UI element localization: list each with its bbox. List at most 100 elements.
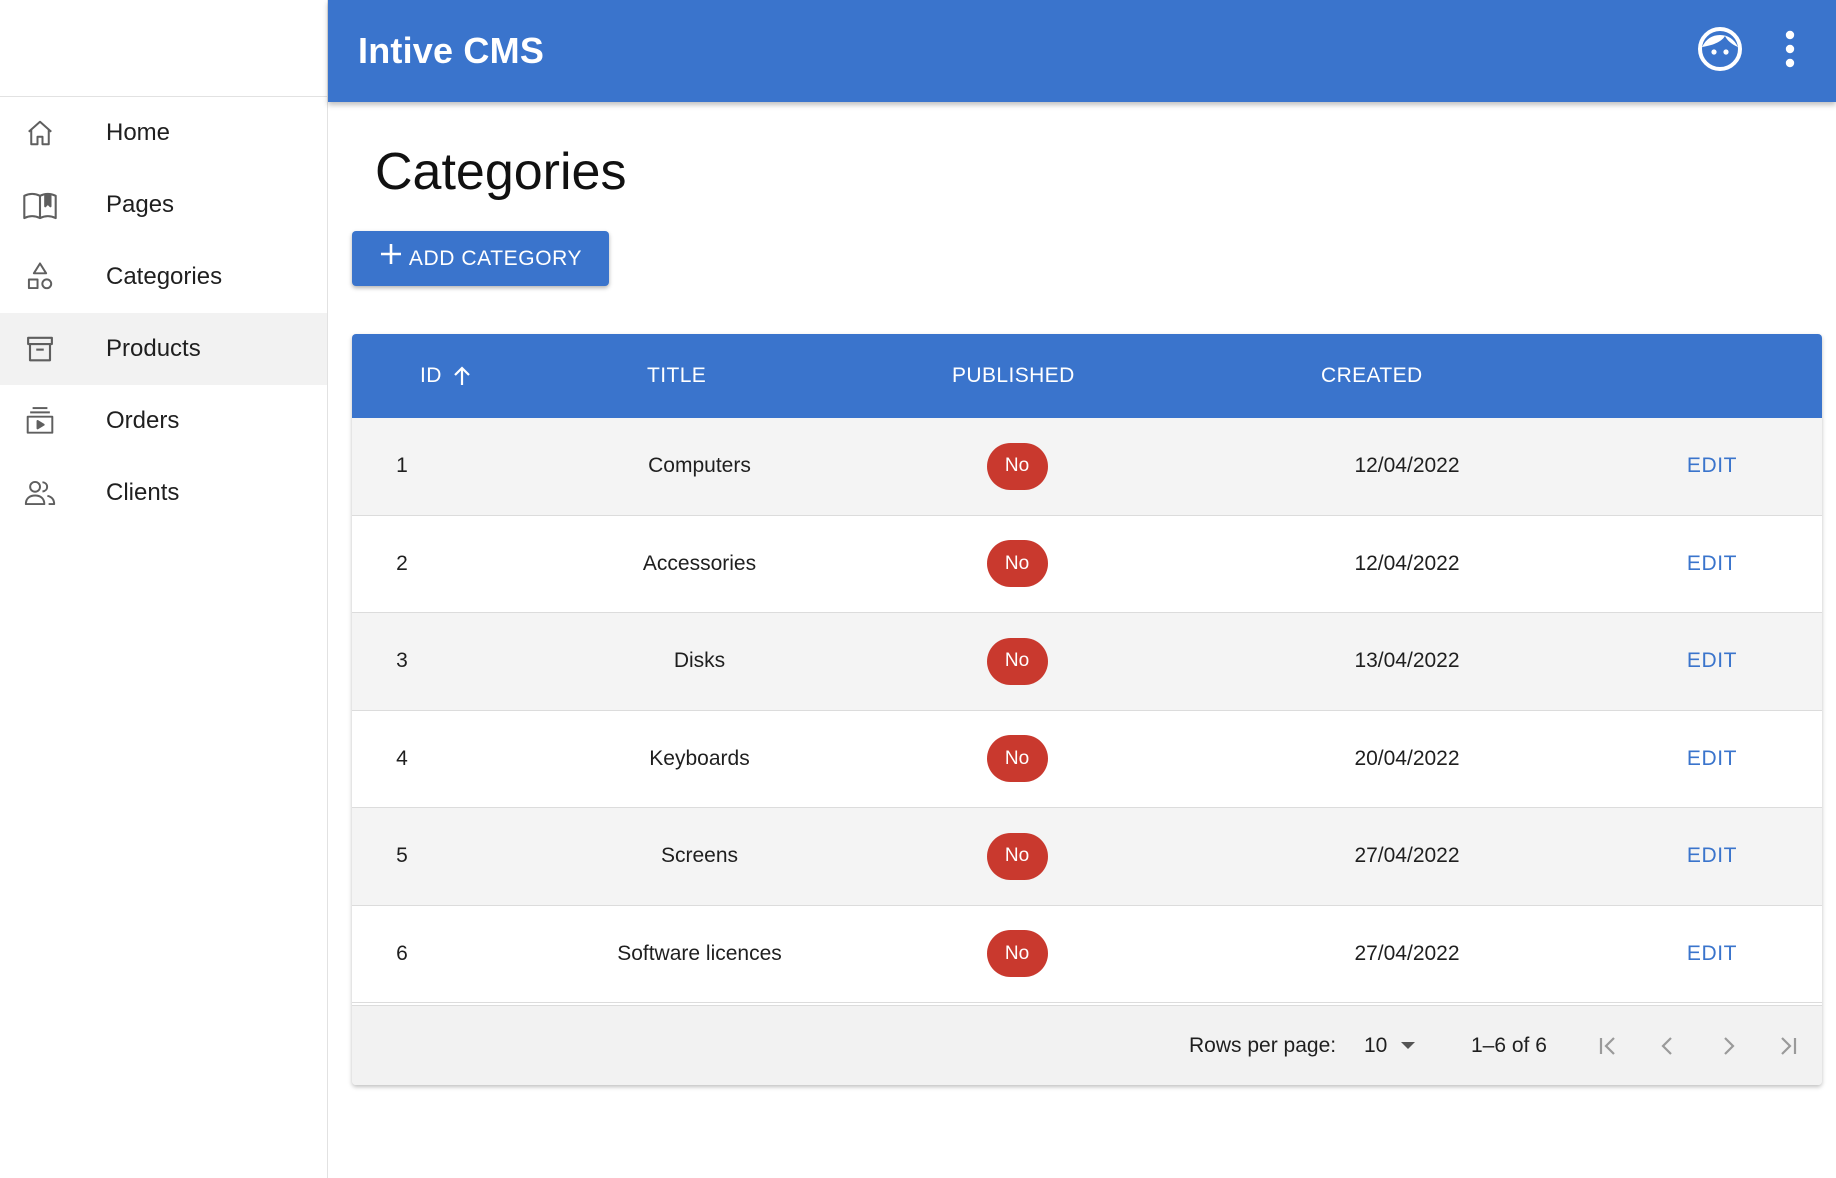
first-page-icon bbox=[1588, 1026, 1628, 1066]
cell-created: 27/04/2022 bbox=[1354, 941, 1460, 965]
cell-created: 12/04/2022 bbox=[1354, 551, 1460, 575]
sidebar: Home Pages Categories Products Orders Cl… bbox=[0, 0, 328, 1178]
chevron-right-icon bbox=[1708, 1026, 1748, 1066]
rows-per-page-label: Rows per page: bbox=[1189, 1034, 1337, 1057]
published-badge: No bbox=[986, 637, 1048, 685]
sidebar-item-label: Categories bbox=[106, 263, 223, 290]
edit-button[interactable]: EDIT bbox=[1652, 808, 1772, 905]
table-row: 5 Screens No 27/04/2022 EDIT bbox=[352, 808, 1822, 906]
queue-play-icon bbox=[22, 403, 58, 439]
sidebar-item-label: Orders bbox=[106, 407, 180, 434]
sidebar-item-clients[interactable]: Clients bbox=[0, 457, 327, 529]
cell-published: No bbox=[952, 516, 1082, 613]
home-icon bbox=[22, 115, 58, 151]
table-row: 1 Computers No 12/04/2022 EDIT bbox=[352, 418, 1822, 516]
edit-button[interactable]: EDIT bbox=[1652, 613, 1772, 710]
table-row: 2 Accessories No 12/04/2022 EDIT bbox=[352, 515, 1822, 613]
last-page-icon bbox=[1768, 1026, 1808, 1066]
table-row: 3 Disks No 13/04/2022 EDIT bbox=[352, 613, 1822, 711]
shapes-icon bbox=[22, 259, 58, 295]
people-icon bbox=[22, 475, 58, 511]
last-page-button[interactable] bbox=[1768, 1006, 1808, 1085]
caret-down-icon bbox=[1401, 1042, 1416, 1050]
next-page-button[interactable] bbox=[1708, 1006, 1748, 1085]
column-header-label: ID bbox=[420, 364, 442, 387]
cell-created: 12/04/2022 bbox=[1354, 454, 1460, 478]
edit-button[interactable]: EDIT bbox=[1652, 418, 1772, 515]
face-icon bbox=[1697, 26, 1743, 77]
cell-title: Computers bbox=[648, 454, 751, 478]
published-badge: No bbox=[986, 442, 1048, 490]
app-bar-actions bbox=[1696, 0, 1836, 102]
published-badge: No bbox=[986, 930, 1048, 978]
cell-title: Keyboards bbox=[649, 746, 750, 770]
sidebar-item-label: Home bbox=[106, 119, 171, 146]
page-title: Categories bbox=[375, 143, 627, 201]
sidebar-item-products[interactable]: Products bbox=[0, 313, 327, 385]
categories-table: ID TITLE PUBLISHED CREATED 1 Computers N… bbox=[352, 334, 1822, 1085]
sidebar-item-label: Clients bbox=[106, 479, 180, 506]
table-body: 1 Computers No 12/04/2022 EDIT 2 Accesso… bbox=[352, 418, 1822, 1003]
table-header: ID TITLE PUBLISHED CREATED bbox=[352, 334, 1822, 418]
table-pagination: Rows per page: 10 1–6 of 6 bbox=[352, 1005, 1822, 1085]
sidebar-header bbox=[0, 0, 327, 97]
arrow-up-icon bbox=[452, 365, 472, 387]
cell-published: No bbox=[952, 711, 1082, 808]
column-header-published[interactable]: PUBLISHED bbox=[952, 334, 1075, 418]
cell-id: 3 bbox=[396, 649, 408, 673]
app-title: Intive CMS bbox=[358, 30, 545, 71]
sidebar-item-label: Products bbox=[106, 335, 201, 362]
published-badge: No bbox=[986, 832, 1048, 880]
column-header-title[interactable]: TITLE bbox=[647, 334, 706, 418]
sidebar-item-label: Pages bbox=[106, 191, 175, 218]
column-header-label: TITLE bbox=[647, 364, 707, 387]
edit-button[interactable]: EDIT bbox=[1652, 906, 1772, 1003]
cell-id: 1 bbox=[396, 454, 408, 478]
published-badge: No bbox=[986, 540, 1048, 588]
column-header-id[interactable]: ID bbox=[420, 334, 472, 418]
sidebar-item-categories[interactable]: Categories bbox=[0, 241, 327, 313]
previous-page-button[interactable] bbox=[1648, 1006, 1688, 1085]
plus-icon bbox=[379, 242, 403, 272]
more-vert-icon bbox=[1784, 30, 1796, 73]
cell-id: 6 bbox=[396, 941, 408, 965]
sidebar-item-pages[interactable]: Pages bbox=[0, 169, 327, 241]
chevron-left-icon bbox=[1648, 1026, 1688, 1066]
cell-created: 13/04/2022 bbox=[1354, 649, 1460, 673]
cell-published: No bbox=[952, 906, 1082, 1003]
edit-button[interactable]: EDIT bbox=[1652, 711, 1772, 808]
cell-title: Accessories bbox=[642, 551, 757, 575]
table-row: 4 Keyboards No 20/04/2022 EDIT bbox=[352, 710, 1822, 808]
pagination-range: 1–6 of 6 bbox=[1471, 1034, 1547, 1057]
archive-icon bbox=[22, 331, 58, 367]
cell-published: No bbox=[952, 418, 1082, 515]
column-header-label: CREATED bbox=[1321, 364, 1423, 387]
sidebar-nav: Home Pages Categories Products Orders Cl… bbox=[0, 97, 327, 529]
table-row: 6 Software licences No 27/04/2022 EDIT bbox=[352, 905, 1822, 1003]
more-menu-button[interactable] bbox=[1770, 27, 1810, 75]
cell-title: Software licences bbox=[617, 941, 782, 965]
rows-per-page-value: 10 bbox=[1364, 1034, 1388, 1057]
add-category-label: ADD CATEGORY bbox=[408, 246, 583, 270]
sidebar-item-home[interactable]: Home bbox=[0, 97, 327, 169]
edit-button[interactable]: EDIT bbox=[1652, 516, 1772, 613]
rows-per-page-select[interactable]: 10 bbox=[1364, 1006, 1416, 1085]
cell-title: Screens bbox=[660, 844, 739, 868]
cell-created: 20/04/2022 bbox=[1354, 746, 1460, 770]
column-header-created[interactable]: CREATED bbox=[1321, 334, 1423, 418]
avatar-button[interactable] bbox=[1696, 26, 1744, 77]
cell-id: 5 bbox=[396, 844, 408, 868]
cell-id: 4 bbox=[396, 746, 408, 770]
first-page-button[interactable] bbox=[1588, 1006, 1628, 1085]
published-badge: No bbox=[986, 735, 1048, 783]
cell-created: 27/04/2022 bbox=[1354, 844, 1460, 868]
cell-id: 2 bbox=[396, 551, 408, 575]
add-category-button[interactable]: ADD CATEGORY bbox=[352, 231, 609, 286]
column-header-label: PUBLISHED bbox=[952, 364, 1075, 387]
sidebar-item-orders[interactable]: Orders bbox=[0, 385, 327, 457]
cell-title: Disks bbox=[673, 649, 726, 673]
cell-published: No bbox=[952, 808, 1082, 905]
cell-published: No bbox=[952, 613, 1082, 710]
book-icon bbox=[22, 187, 58, 223]
app-bar: Intive CMS bbox=[328, 0, 1836, 102]
